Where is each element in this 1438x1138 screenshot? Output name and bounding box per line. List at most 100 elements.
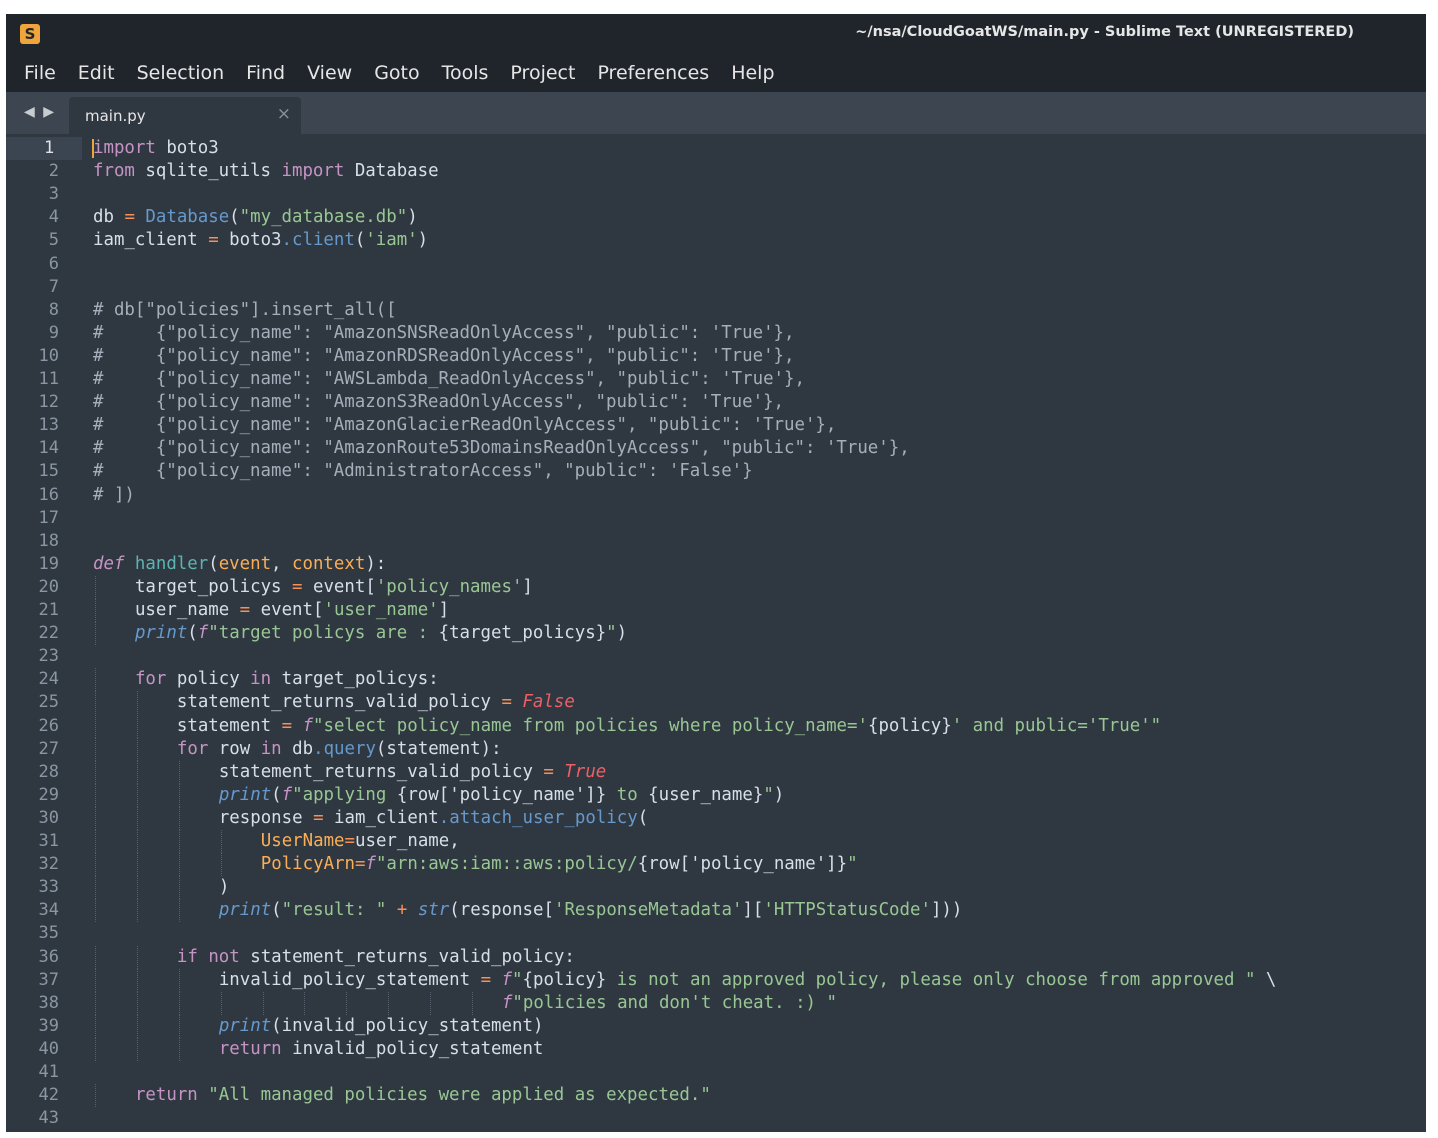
line-number: 30 <box>38 807 59 828</box>
line-number: 17 <box>38 507 59 528</box>
menu-find[interactable]: Find <box>246 62 285 84</box>
line-number: 41 <box>38 1062 59 1082</box>
line-number: 18 <box>38 530 59 551</box>
line-number: 1 <box>6 137 82 161</box>
code-line[interactable]: def handler(event, context): <box>93 553 386 576</box>
line-number: 12 <box>38 392 59 413</box>
line-number: 9 <box>48 322 59 343</box>
line-number-gutter: 1 2 3 4 5 6 7 8 9 10 11 12 13 14 15 16 17 18 19 20 21 22 23 24 2… <box>6 134 82 1132</box>
tab-close-icon[interactable]: × <box>277 104 291 124</box>
line-number: 7 <box>48 276 59 297</box>
code-line[interactable]: # {"policy_name": "AdministratorAccess",… <box>93 460 753 483</box>
code-line[interactable]: statement_returns_valid_policy = True <box>93 761 606 784</box>
code-line[interactable]: return "All managed policies were applie… <box>93 1084 711 1107</box>
line-number: 11 <box>38 369 59 389</box>
code-line[interactable]: f"policies and don't cheat. :) " <box>93 992 837 1015</box>
line-number: 4 <box>48 207 59 228</box>
code-line[interactable]: print(invalid_policy_statement) <box>93 1015 544 1038</box>
menu-goto[interactable]: Goto <box>374 62 419 84</box>
code-line[interactable]: user_name = event['user_name'] <box>93 599 449 622</box>
sublime-logo-icon: S <box>20 24 40 44</box>
menu-file[interactable]: File <box>24 62 56 84</box>
tab-main-py[interactable]: main.py × <box>69 97 301 134</box>
code-line[interactable]: UserName=user_name, <box>93 830 460 853</box>
code-line[interactable]: db = Database("my_database.db") <box>93 206 418 229</box>
line-number: 20 <box>38 576 59 597</box>
code-line[interactable]: # {"policy_name": "AmazonGlacierReadOnly… <box>93 414 836 437</box>
code-line[interactable]: from sqlite_utils import Database <box>93 160 439 183</box>
code-line[interactable]: import boto3 <box>93 137 219 160</box>
line-number: 42 <box>38 1085 59 1106</box>
tab-navigation-arrows-icon[interactable]: ◀ ▶ <box>24 104 56 120</box>
line-number: 23 <box>38 646 59 667</box>
line-number: 15 <box>38 461 59 482</box>
code-line[interactable]: if not statement_returns_valid_policy: <box>93 946 575 969</box>
code-line[interactable]: for policy in target_policys: <box>93 668 439 691</box>
code-line[interactable]: for row in db.query(statement): <box>93 738 502 761</box>
code-line[interactable]: # ]) <box>93 484 135 507</box>
line-number: 33 <box>38 877 59 898</box>
title-bar: S ~/nsa/CloudGoatWS/main.py - Sublime Te… <box>6 14 1426 54</box>
sublime-text-window: S ~/nsa/CloudGoatWS/main.py - Sublime Te… <box>6 14 1426 1132</box>
line-number: 38 <box>38 992 59 1013</box>
menu-view[interactable]: View <box>307 62 352 84</box>
line-number: 43 <box>38 1108 59 1129</box>
menu-edit[interactable]: Edit <box>78 62 115 84</box>
line-number: 10 <box>38 345 59 366</box>
line-number: 22 <box>38 623 59 644</box>
code-line[interactable]: response = iam_client.attach_user_policy… <box>93 807 648 830</box>
line-number: 3 <box>48 184 59 205</box>
menu-help[interactable]: Help <box>731 62 774 84</box>
code-editor[interactable]: 1 2 3 4 5 6 7 8 9 10 11 12 13 14 15 16 17 18 19 20 21 22 23 24 2… <box>6 134 1426 1132</box>
line-number: 6 <box>48 253 59 274</box>
line-number: 5 <box>48 230 59 251</box>
code-line[interactable]: print(f"applying {row['policy_name']} to… <box>93 784 784 807</box>
code-area[interactable]: import boto3 from sqlite_utils import Dat… <box>92 134 1423 1132</box>
menu-project[interactable]: Project <box>510 62 575 84</box>
code-line[interactable]: # {"policy_name": "AmazonS3ReadOnlyAcces… <box>93 391 784 414</box>
line-number: 16 <box>38 484 59 505</box>
code-line[interactable]: print(f"target policys are : {target_pol… <box>93 622 627 645</box>
code-line[interactable]: # db["policies"].insert_all([ <box>93 299 397 322</box>
code-line[interactable]: print("result: " + str(response['Respons… <box>93 899 963 922</box>
code-line[interactable]: # {"policy_name": "AWSLambda_ReadOnlyAcc… <box>93 368 805 391</box>
line-number: 39 <box>38 1015 59 1036</box>
line-number: 26 <box>38 715 59 736</box>
code-line[interactable]: ) <box>93 876 229 899</box>
code-line[interactable]: # {"policy_name": "AmazonRoute53DomainsR… <box>93 437 910 460</box>
line-number: 8 <box>48 299 59 320</box>
line-number: 31 <box>38 831 59 851</box>
line-number: 13 <box>38 415 59 436</box>
code-line[interactable]: statement = f"select policy_name from po… <box>93 715 1161 738</box>
line-number: 35 <box>38 923 59 944</box>
line-number: 40 <box>38 1038 59 1059</box>
code-line[interactable]: target_policys = event['policy_names'] <box>93 576 533 599</box>
text-caret <box>92 139 94 158</box>
menu-bar: File Edit Selection Find View Goto Tools… <box>6 54 1426 92</box>
line-number: 29 <box>38 784 59 805</box>
line-number: 32 <box>38 854 59 875</box>
line-number: 37 <box>38 969 59 990</box>
code-line[interactable]: statement_returns_valid_policy = False <box>93 691 575 714</box>
menu-preferences[interactable]: Preferences <box>597 62 709 84</box>
menu-selection[interactable]: Selection <box>137 62 225 84</box>
line-number: 27 <box>38 738 59 759</box>
line-number: 14 <box>38 438 59 459</box>
line-number: 25 <box>38 692 59 713</box>
code-line[interactable]: # {"policy_name": "AmazonRDSReadOnlyAcce… <box>93 345 795 368</box>
tab-bar: ◀ ▶ main.py × <box>6 92 1426 134</box>
code-line[interactable]: PolicyArn=f"arn:aws:iam::aws:policy/{row… <box>93 853 858 876</box>
line-number: 2 <box>48 161 59 182</box>
line-number: 24 <box>38 669 59 690</box>
line-number: 34 <box>38 900 59 921</box>
code-line[interactable]: invalid_policy_statement = f"{policy} is… <box>93 969 1277 992</box>
window-title: ~/nsa/CloudGoatWS/main.py - Sublime Text… <box>855 24 1354 40</box>
menu-tools[interactable]: Tools <box>442 62 489 84</box>
code-line[interactable]: # {"policy_name": "AmazonSNSReadOnlyAcce… <box>93 322 795 345</box>
line-number: 19 <box>38 553 59 574</box>
code-line[interactable]: iam_client = boto3.client('iam') <box>93 229 428 252</box>
line-number: 21 <box>38 600 59 620</box>
line-number: 28 <box>38 761 59 782</box>
tab-label: main.py <box>85 107 146 125</box>
code-line[interactable]: return invalid_policy_statement <box>93 1038 544 1061</box>
